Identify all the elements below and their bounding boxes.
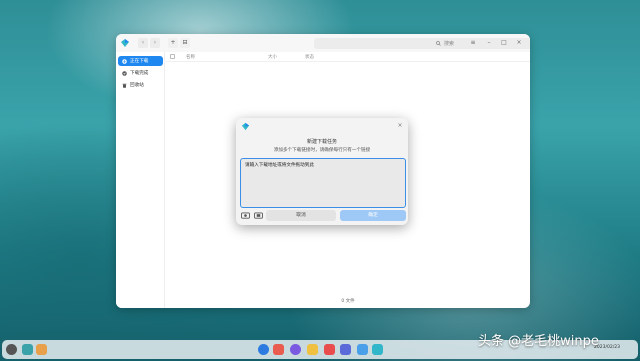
browser-icon[interactable] [258,344,269,355]
sidebar: 正在下载 下载完成 回收站 [116,52,165,308]
dialog-close-button[interactable]: × [396,122,404,130]
titlebar: ‹ › + ⊟ 搜索 ≡ – □ × [116,34,530,52]
minimize-button[interactable]: – [484,38,494,48]
sidebar-item-downloading[interactable]: 正在下载 [118,56,163,66]
url-textarea-placeholder: 请输入下载地址或将文件拖动到此 [245,163,314,168]
multitask-icon[interactable] [22,344,33,355]
forward-button[interactable]: › [150,38,160,48]
cancel-button[interactable]: 取消 [266,210,336,221]
music-icon[interactable] [273,344,284,355]
column-header-size[interactable]: 大小 [268,54,277,60]
close-button[interactable]: × [514,38,524,48]
search-placeholder: 搜索 [443,41,454,47]
dialog-title: 新建下载任务 [306,139,337,145]
trash-icon [122,83,127,88]
column-header-name[interactable]: 名称 [186,54,195,60]
search-input[interactable]: 搜索 [314,38,530,49]
mail-icon[interactable] [357,344,368,355]
new-task-dialog: × 新建下载任务 添加多个下载链接时，请确保每行只有一个链接 请输入下载地址或将… [236,118,408,225]
back-button[interactable]: ‹ [138,38,148,48]
search-icon [436,41,441,46]
sidebar-item-label: 正在下载 [130,59,149,64]
watermark: 头条 @老毛桃winpe [478,334,599,349]
file-manager-icon[interactable] [36,344,47,355]
column-header-status[interactable]: 状态 [305,54,314,60]
sidebar-item-label: 回收站 [130,83,144,88]
toolbar-extra-button[interactable]: ⊟ [180,38,190,48]
app-logo-icon [241,122,250,131]
status-bar: 0 文件 [341,299,355,304]
magnet-link-icon[interactable] [241,212,250,219]
check-circle-icon [122,70,127,76]
confirm-button[interactable]: 确定 [340,210,406,221]
photos-icon[interactable] [307,344,318,355]
torrent-file-icon[interactable] [254,212,263,219]
download-icon [122,58,127,64]
sidebar-item-label: 下载完成 [130,71,149,76]
select-all-checkbox[interactable] [170,54,175,59]
app-logo-icon [121,39,129,47]
table-header: 名称 大小 状态 [166,52,530,62]
add-task-button[interactable]: + [168,38,178,48]
downloader-icon[interactable] [372,344,383,355]
settings-icon[interactable] [340,344,351,355]
calendar-icon[interactable] [324,344,335,355]
url-textarea[interactable]: 请输入下载地址或将文件拖动到此 [240,158,406,208]
sidebar-item-completed[interactable]: 下载完成 [118,68,163,78]
launcher-icon[interactable] [6,344,17,355]
menu-button[interactable]: ≡ [468,38,478,48]
maximize-button[interactable]: □ [499,38,509,48]
store-icon[interactable] [290,344,301,355]
sidebar-item-trash[interactable]: 回收站 [118,80,163,90]
dialog-hint: 添加多个下载链接时，请确保每行只有一个链接 [273,148,371,153]
